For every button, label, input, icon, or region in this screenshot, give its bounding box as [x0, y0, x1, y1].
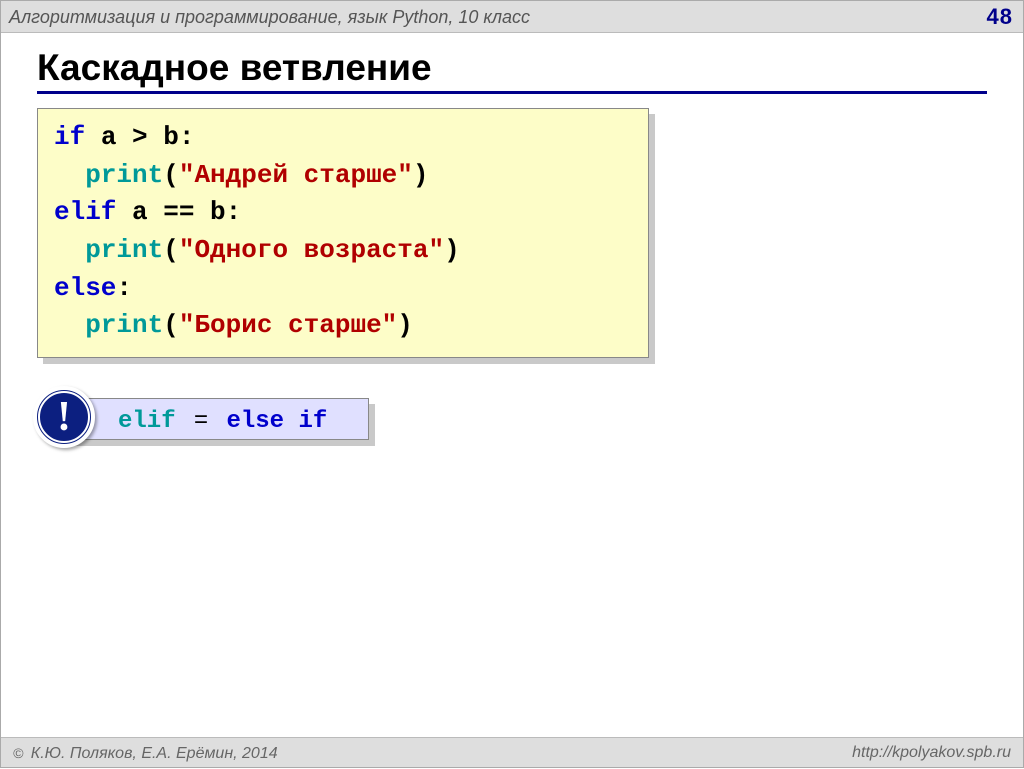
course-title: Алгоритмизация и программирование, язык … — [9, 1, 530, 33]
code-kw: elif — [54, 197, 116, 227]
page-number: 48 — [987, 1, 1013, 33]
copyright-icon: © — [13, 745, 23, 761]
code-text: a > b: — [85, 122, 194, 152]
code-indent — [54, 160, 85, 190]
note-elif: elif — [118, 408, 176, 435]
code-box: if a > b: print("Андрей старше") elif a … — [37, 108, 649, 358]
note-box: elif = else if — [61, 398, 369, 440]
footer-url: http://kpolyakov.spb.ru — [852, 738, 1011, 767]
footer-bar: © К.Ю. Поляков, Е.А. Ерёмин, 2014 http:/… — [1, 737, 1023, 767]
code-text: : — [116, 273, 132, 303]
code-fn: print — [85, 235, 163, 265]
code-kw: else — [54, 273, 116, 303]
code-paren: ) — [413, 160, 429, 190]
slide-title: Каскадное ветвление — [37, 47, 987, 94]
exclaim-badge: ! — [33, 386, 95, 448]
exclaim-icon: ! — [38, 391, 90, 443]
code-str: "Андрей старше" — [179, 160, 413, 190]
code-fn: print — [85, 160, 163, 190]
code-paren: ) — [397, 310, 413, 340]
code-paren: ) — [444, 235, 460, 265]
footer-author: © К.Ю. Поляков, Е.А. Ерёмин, 2014 — [13, 738, 278, 767]
header-bar: Алгоритмизация и программирование, язык … — [1, 1, 1023, 33]
code-text: a == b: — [116, 197, 241, 227]
code-indent — [54, 310, 85, 340]
code-indent — [54, 235, 85, 265]
code-paren: ( — [163, 310, 179, 340]
note-else-if: else if — [226, 408, 327, 435]
code-paren: ( — [163, 160, 179, 190]
code-str: "Одного возраста" — [179, 235, 444, 265]
code-paren: ( — [163, 235, 179, 265]
code-kw: if — [54, 122, 85, 152]
code-str: "Борис старше" — [179, 310, 397, 340]
code-block: if a > b: print("Андрей старше") elif a … — [37, 108, 649, 358]
note-equal: = — [194, 406, 208, 433]
footer-author-text: К.Ю. Поляков, Е.А. Ерёмин, 2014 — [31, 745, 278, 762]
code-fn: print — [85, 310, 163, 340]
slide: Алгоритмизация и программирование, язык … — [0, 0, 1024, 768]
note-block: elif = else if ! — [61, 398, 369, 460]
title-zone: Каскадное ветвление — [1, 33, 1023, 94]
